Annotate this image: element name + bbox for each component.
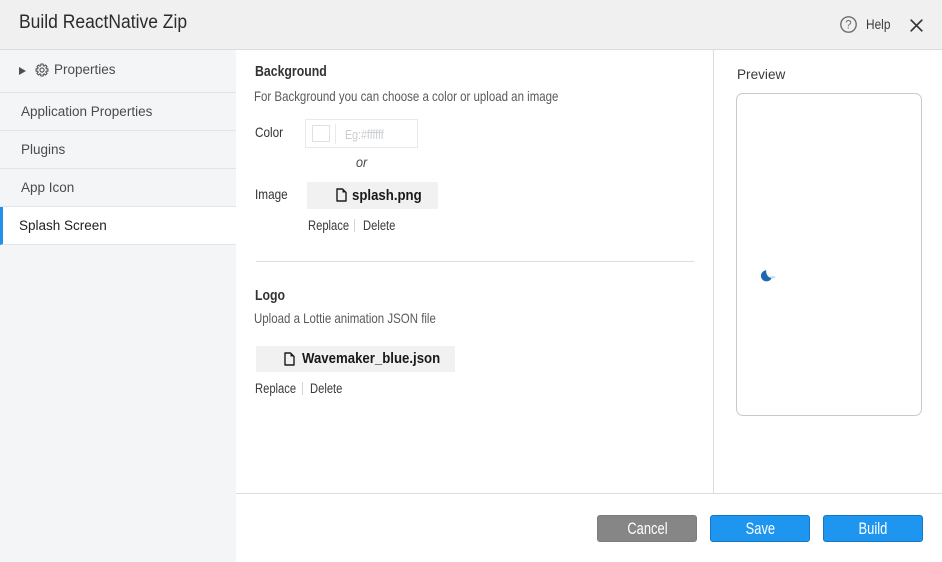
svg-text:?: ? xyxy=(845,20,851,32)
